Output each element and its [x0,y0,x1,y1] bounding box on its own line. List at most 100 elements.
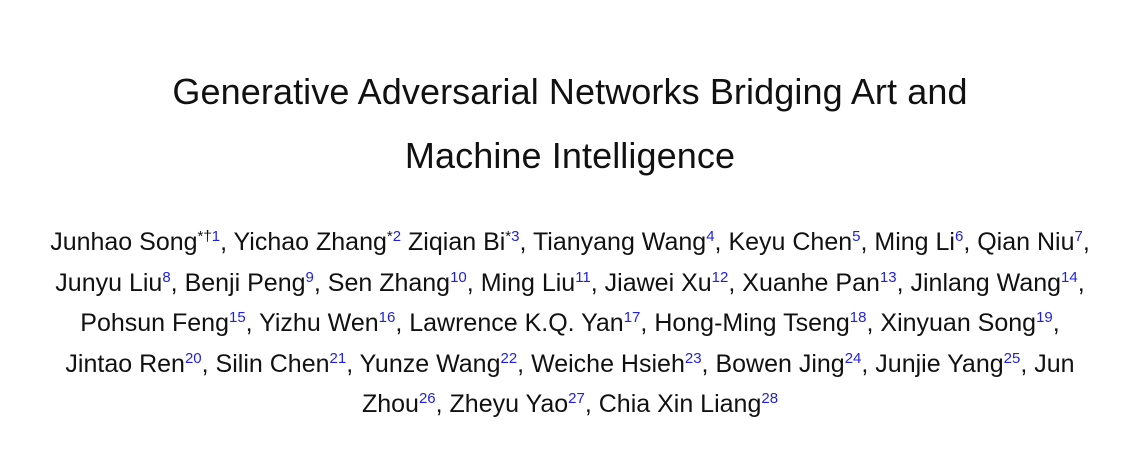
author-separator: , [861,349,876,378]
author: Jiawei Xu12 [605,269,729,297]
author-name: Chia Xin Liang [598,390,762,418]
author-separator: , [963,228,978,256]
author-separator: , [1052,309,1060,337]
author-name: Tianyang Wang [532,228,707,256]
author-separator: , [896,268,911,297]
author-name: Silin Chen [215,349,330,378]
author: Junhao Song*†1 [50,228,220,256]
author-separator: , [245,309,260,337]
affiliation-link[interactable]: 24 [845,350,862,367]
author: Lawrence K.Q. Yan17 [409,309,640,337]
author-name: Weiche Hsieh [531,349,685,378]
author-name: Qian Niu [977,228,1075,256]
author-name: Junhao Song [50,228,198,256]
author-separator: , [728,268,743,297]
author: Xuanhe Pan13 [742,269,896,297]
author-separator: , [866,309,881,337]
affiliation-link[interactable]: 9 [306,269,314,286]
author-list: Junhao Song*†1, Yichao Zhang*2 Ziqian Bi… [50,222,1090,425]
affiliation-link[interactable]: 23 [685,350,702,367]
author-name: Ming Li [874,228,955,256]
affiliation-link[interactable]: 7 [1075,228,1083,245]
author-name: Junjie Yang [875,349,1004,378]
author-name: Lawrence K.Q. Yan [409,309,624,337]
affiliation-link[interactable]: 14 [1061,269,1078,286]
author: Jintao Ren20 [65,350,201,378]
author: Yizhu Wen16 [259,309,395,337]
author-name: Pohsun Feng [80,309,229,337]
affiliation-link[interactable]: 15 [229,309,246,326]
affiliation-link[interactable]: 10 [450,269,467,286]
affiliation-link[interactable]: 16 [379,309,396,326]
author-name: Hong-Ming Tseng [654,309,850,337]
author: Keyu Chen5 [728,228,860,256]
author-name: Ming Liu [480,268,576,297]
author-name: Jiawei Xu [604,268,712,297]
author: Chia Xin Liang28 [599,390,778,418]
affiliation-link[interactable]: 17 [624,309,641,326]
author: Jinlang Wang14 [910,269,1077,297]
author: Silin Chen21 [216,350,347,378]
affiliation-link[interactable]: 2 [393,228,401,245]
author-name: Ziqian Bi [408,228,506,256]
author-name: Bowen Jing [715,349,845,378]
author: Tianyang Wang4 [533,228,715,256]
affiliation-link[interactable]: 27 [568,390,585,407]
author: Bowen Jing24 [715,350,861,378]
author-name: Xinyuan Song [880,309,1037,337]
title-line-1: Generative Adversarial Networks Bridging… [172,71,968,113]
affiliation-link[interactable]: 19 [1036,309,1053,326]
author: Ming Liu11 [481,269,591,297]
author-separator: , [220,228,234,256]
author: Zheyu Yao27 [450,390,585,418]
affiliation-link[interactable]: 13 [880,269,897,286]
author-separator: , [201,349,216,378]
author: Ziqian Bi*3 [408,228,519,256]
affiliation-link[interactable]: 4 [706,228,714,245]
affiliation-link[interactable]: 25 [1004,350,1021,367]
affiliation-link[interactable]: 1 [212,228,220,245]
author-name: Xuanhe Pan [742,268,880,297]
author-separator [401,228,408,256]
author-name: Jintao Ren [65,349,185,378]
author: Hong-Ming Tseng18 [654,309,866,337]
author-separator: , [714,228,729,256]
affiliation-link[interactable]: 18 [850,309,867,326]
affiliation-link[interactable]: 22 [500,350,517,367]
author: Sen Zhang10 [328,269,467,297]
author-separator: , [466,268,481,297]
author-name: Yichao Zhang [233,228,387,256]
author-separator: , [590,268,605,297]
author-name: Yizhu Wen [259,309,379,337]
author: Ming Li6 [874,228,963,256]
author: Weiche Hsieh23 [531,350,701,378]
author-separator: , [519,228,533,256]
author-separator: , [395,309,410,337]
affiliation-link[interactable]: 12 [712,269,729,286]
author: Junyu Liu8 [55,269,170,297]
author-separator: , [1082,228,1090,256]
author: Qian Niu7 [977,228,1083,256]
paper-title: Generative Adversarial Networks Bridging… [60,60,1080,188]
author-separator: , [346,349,360,378]
affiliation-link[interactable]: 26 [419,390,436,407]
affiliation-link[interactable]: 21 [330,350,347,367]
author-name: Junyu Liu [55,268,163,297]
author-name: Zheyu Yao [449,390,569,418]
paper-header: Generative Adversarial Networks Bridging… [0,0,1140,455]
author-separator: , [860,228,875,256]
affiliation-link[interactable]: 20 [185,350,202,367]
author-name: Yunze Wang [359,349,501,378]
author: Yunze Wang22 [360,350,518,378]
affiliation-link[interactable]: 11 [575,269,591,286]
affiliation-link[interactable]: 8 [162,269,170,286]
author-name: Benji Peng [184,268,306,297]
author-name: Jinlang Wang [910,268,1062,297]
title-line-2: Machine Intelligence [404,135,736,177]
author-separator: , [584,390,599,418]
author-name: Keyu Chen [728,228,853,256]
author-note-mark: *† [197,228,212,245]
author-separator: , [701,349,716,378]
author: Xinyuan Song19 [880,309,1052,337]
affiliation-link[interactable]: 28 [761,390,778,407]
